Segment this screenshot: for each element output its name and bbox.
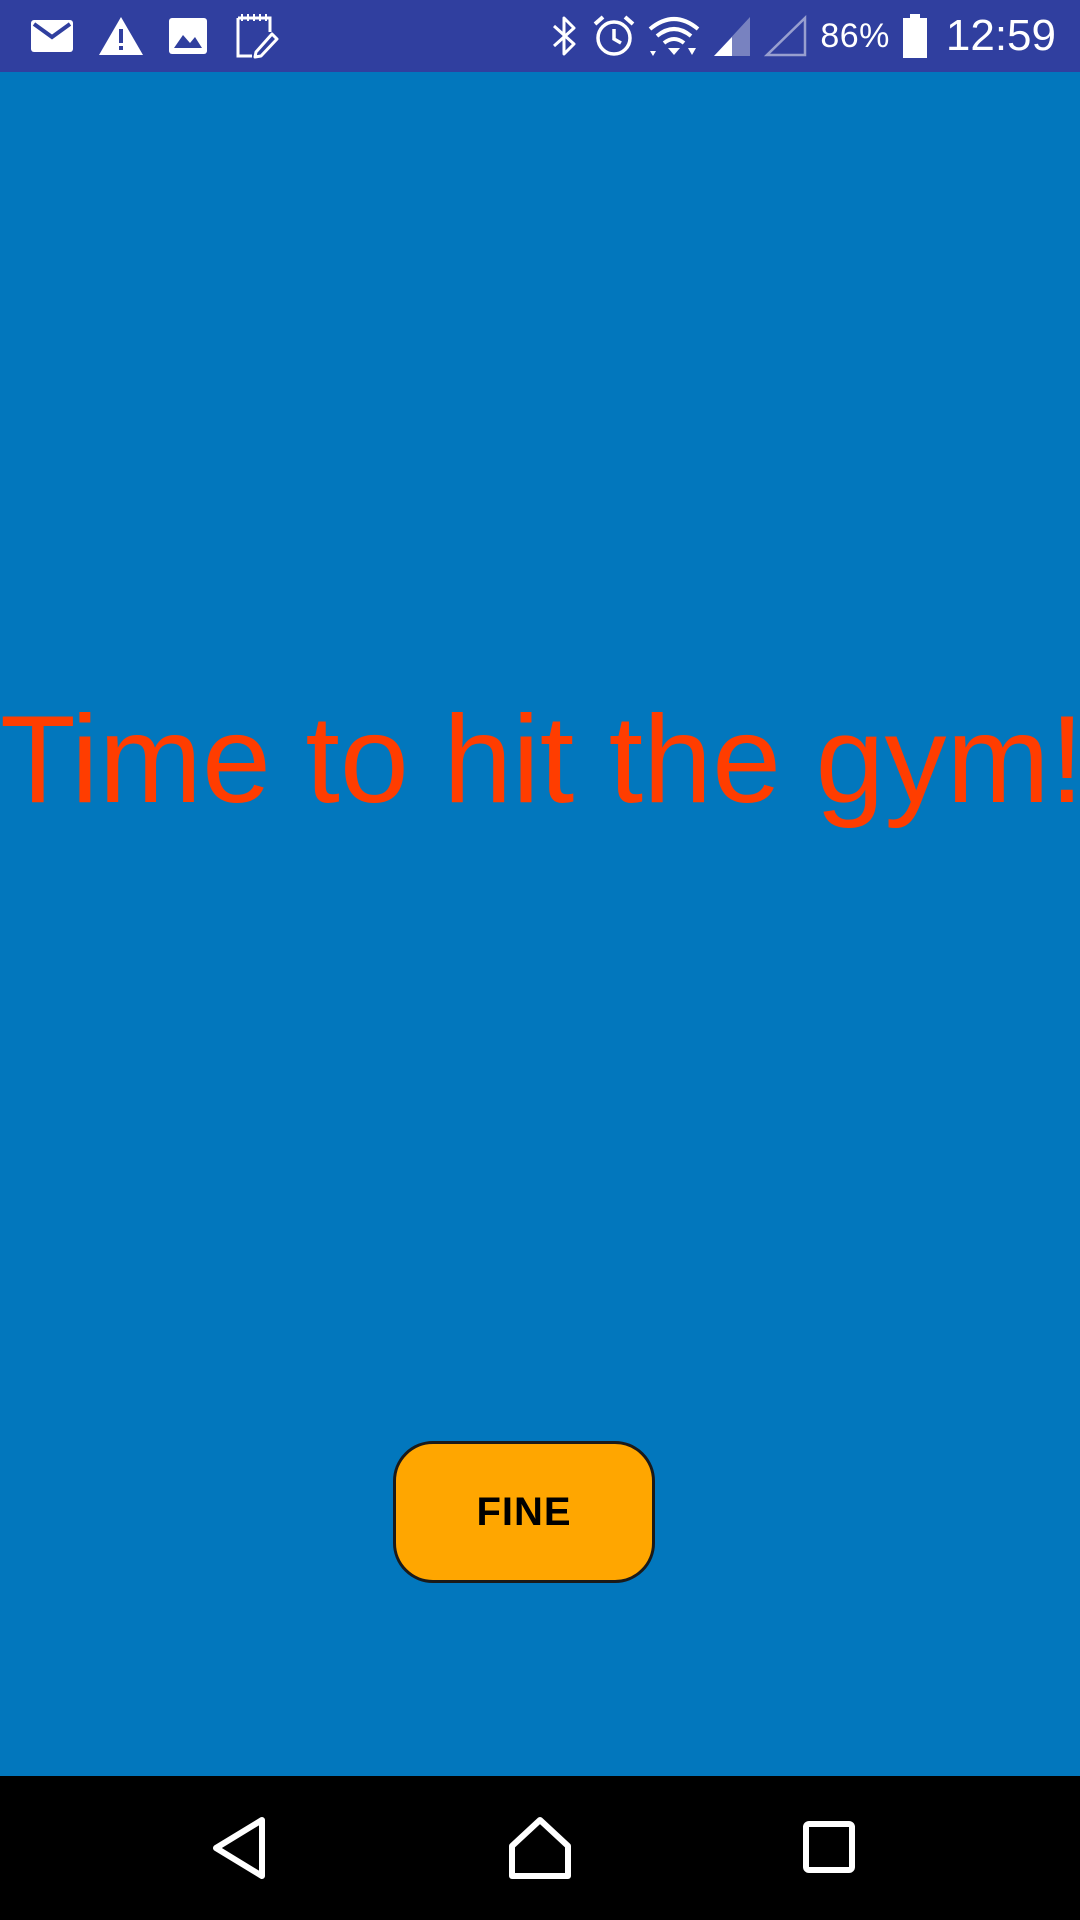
mail-icon xyxy=(30,19,74,53)
battery-percentage: 86% xyxy=(820,16,890,55)
notification-icons xyxy=(30,12,280,60)
warning-icon xyxy=(98,16,144,56)
fine-button[interactable]: FINE xyxy=(393,1441,655,1583)
back-icon[interactable] xyxy=(204,1812,276,1884)
signal-icon xyxy=(712,15,752,57)
clock: 12:59 xyxy=(945,11,1056,60)
reminder-message: Time to hit the gym! xyxy=(0,691,1080,829)
home-icon[interactable] xyxy=(504,1812,576,1884)
screen: 86% 12:59 Time to hit the gym! FINE xyxy=(0,0,1080,1920)
bluetooth-icon xyxy=(550,14,580,58)
notepad-icon xyxy=(232,12,280,60)
battery-icon xyxy=(902,13,928,59)
system-icons: 86% 12:59 xyxy=(550,8,1056,64)
image-icon xyxy=(168,17,208,55)
wifi-icon xyxy=(648,15,700,57)
alarm-icon xyxy=(592,14,636,58)
status-bar: 86% 12:59 xyxy=(0,0,1080,72)
no-signal-icon xyxy=(764,15,808,57)
recents-icon[interactable] xyxy=(792,1812,864,1884)
navigation-bar xyxy=(0,1776,1080,1920)
